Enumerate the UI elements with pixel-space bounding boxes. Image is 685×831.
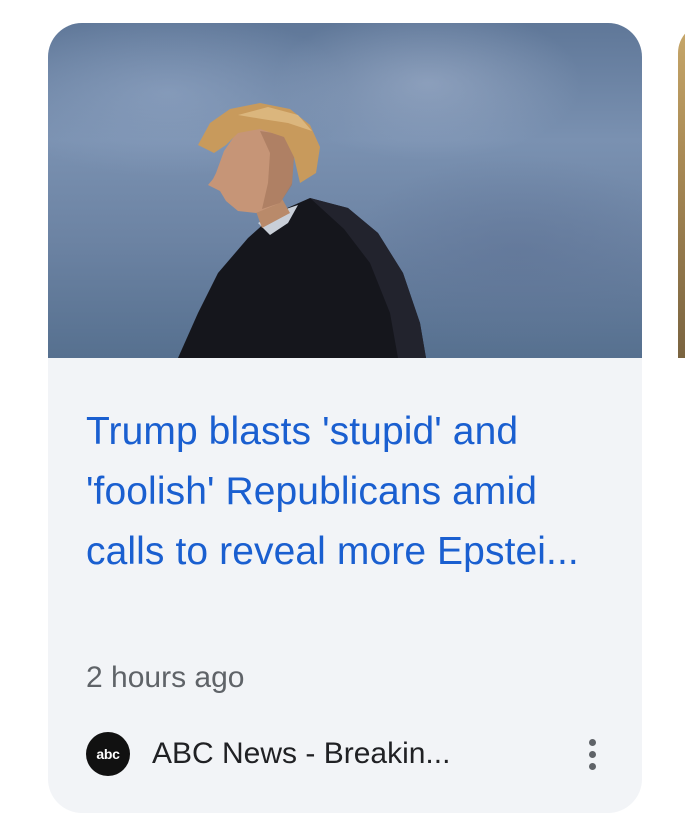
next-news-card-peek[interactable] [678, 23, 685, 358]
photo-person-silhouette-icon [178, 103, 426, 358]
source-row: abc ABC News - Breakin... [86, 729, 612, 779]
news-card[interactable]: Trump blasts 'stupid' and 'foolish' Repu… [48, 23, 642, 813]
abc-news-logo-icon: abc [86, 732, 130, 776]
published-time: 2 hours ago [86, 661, 245, 694]
more-options-button[interactable] [572, 729, 612, 779]
article-headline[interactable]: Trump blasts 'stupid' and 'foolish' Repu… [86, 402, 604, 642]
source-name: ABC News - Breakin... [152, 737, 451, 770]
article-thumbnail[interactable] [48, 23, 642, 358]
card-body: Trump blasts 'stupid' and 'foolish' Repu… [48, 358, 642, 698]
more-vert-icon [588, 738, 596, 746]
